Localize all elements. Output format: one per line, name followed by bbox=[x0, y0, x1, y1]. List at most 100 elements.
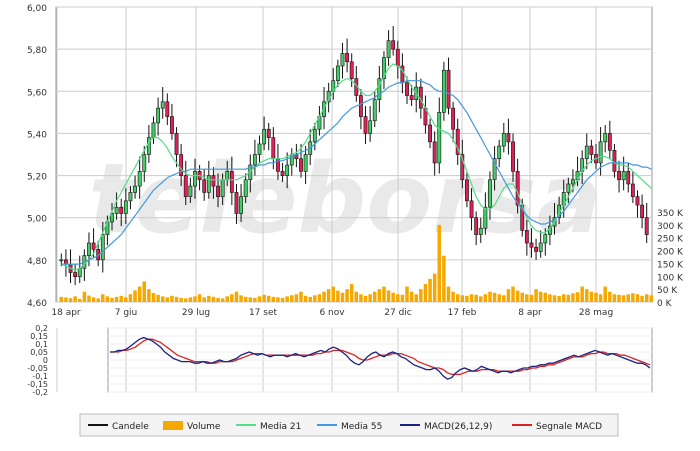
volume-bar bbox=[105, 296, 110, 302]
volume-bar bbox=[382, 286, 386, 302]
volume-bar bbox=[557, 295, 561, 302]
volume-bar bbox=[165, 297, 170, 302]
candle-body bbox=[243, 179, 248, 197]
volume-bar bbox=[442, 255, 446, 302]
candle-body bbox=[165, 101, 170, 117]
volume-bar bbox=[649, 295, 654, 302]
y-tick-label: 5,60 bbox=[27, 88, 47, 98]
volume-bar bbox=[621, 295, 626, 302]
volume-bar bbox=[492, 292, 497, 302]
volume-bar bbox=[322, 291, 326, 302]
macd-y-tick-label: -0,2 bbox=[32, 388, 48, 397]
volume-bar bbox=[303, 295, 308, 302]
volume-bar bbox=[451, 291, 455, 302]
candle-body bbox=[465, 179, 469, 202]
x-tick-label: 29 lug bbox=[182, 308, 210, 318]
volume-bar bbox=[460, 295, 465, 302]
candle-body bbox=[206, 175, 211, 193]
volume-bar bbox=[230, 294, 234, 302]
volume-bar bbox=[363, 295, 368, 302]
legend-label: Segnale MACD bbox=[536, 422, 602, 432]
volume-bar bbox=[474, 294, 478, 302]
candle-body bbox=[529, 242, 534, 248]
candle-body bbox=[335, 65, 340, 82]
volume-bar bbox=[239, 295, 243, 302]
candle-body bbox=[225, 171, 230, 181]
candle-body bbox=[160, 101, 165, 109]
volume-bar bbox=[608, 291, 612, 302]
candle-body bbox=[635, 196, 640, 206]
volume-bar bbox=[91, 297, 96, 302]
volume-bar bbox=[525, 294, 529, 302]
volume-bar bbox=[529, 294, 534, 302]
candle-body bbox=[271, 137, 276, 160]
candle-body bbox=[571, 179, 575, 185]
volume-bar bbox=[68, 298, 73, 302]
candle-body bbox=[630, 183, 635, 197]
volume-bar bbox=[119, 295, 123, 302]
candle-body bbox=[211, 175, 216, 187]
volume-bar bbox=[243, 296, 248, 302]
candle-body bbox=[501, 133, 506, 147]
volume-tick-label: 300 K bbox=[657, 222, 684, 232]
volume-bar bbox=[211, 296, 216, 302]
volume-tick-label: 100 K bbox=[657, 273, 684, 283]
candle-body bbox=[543, 234, 548, 244]
candle-body bbox=[603, 133, 608, 143]
candle-body bbox=[137, 171, 142, 187]
volume-bar bbox=[497, 294, 501, 302]
volume-bar bbox=[114, 296, 119, 302]
candle-body bbox=[409, 95, 414, 101]
x-tick-label: 8 apr bbox=[518, 308, 542, 318]
candle-body bbox=[234, 192, 239, 214]
volume-bar bbox=[124, 297, 128, 302]
volume-bar bbox=[414, 294, 418, 302]
candle-body bbox=[598, 141, 603, 164]
volume-bar bbox=[571, 293, 575, 302]
volume-bar bbox=[77, 298, 82, 302]
volume-tick-label: 200 K bbox=[657, 248, 684, 258]
candle-body bbox=[432, 141, 437, 164]
volume-bar bbox=[345, 289, 349, 302]
volume-bar bbox=[520, 292, 524, 302]
candle-body bbox=[100, 234, 105, 261]
candle-body bbox=[299, 158, 303, 172]
volume-bar bbox=[290, 295, 294, 302]
watermark: teleborsa bbox=[89, 143, 602, 255]
y-tick-label: 6,00 bbox=[27, 4, 47, 14]
stock-chart: teleborsa 6,00 5,80 5,60 5,40 5,20 5,00 4,80 4,6… bbox=[27, 4, 684, 437]
volume-tick-label: 350 K bbox=[657, 209, 684, 219]
volume-bar bbox=[465, 295, 469, 302]
legend-label: Media 55 bbox=[341, 422, 382, 432]
candle-body bbox=[524, 230, 529, 244]
macd-panel: 0,20,150,10,050-0,05-0,1-0,15-0,2 bbox=[27, 324, 653, 397]
candle-body bbox=[368, 120, 373, 134]
candle-body bbox=[262, 128, 267, 145]
candle-body bbox=[483, 206, 488, 229]
volume-bar bbox=[156, 294, 160, 302]
candle-body bbox=[123, 200, 128, 214]
candle-body bbox=[626, 171, 631, 185]
volume-bar bbox=[617, 294, 621, 302]
volume-bar bbox=[644, 294, 649, 302]
volume-bar bbox=[170, 295, 174, 302]
candle-body bbox=[363, 116, 368, 134]
volume-bar bbox=[446, 286, 451, 302]
candle-body bbox=[612, 149, 617, 172]
volume-bar bbox=[543, 292, 548, 302]
volume-bar bbox=[589, 291, 594, 302]
candle-body bbox=[469, 200, 474, 219]
candle-body bbox=[511, 141, 515, 172]
y-tick-label: 5,40 bbox=[27, 130, 47, 140]
candle-body bbox=[202, 179, 207, 193]
candle-body bbox=[77, 267, 82, 278]
volume-bar bbox=[561, 294, 566, 302]
volume-bar bbox=[359, 294, 363, 302]
candle-body bbox=[285, 164, 290, 176]
candle-body bbox=[216, 185, 220, 197]
legend-label: Candele bbox=[112, 422, 149, 432]
volume-bar bbox=[580, 286, 584, 302]
candle-body bbox=[515, 171, 520, 206]
volume-bar bbox=[147, 289, 151, 302]
volume-bar bbox=[82, 291, 87, 302]
